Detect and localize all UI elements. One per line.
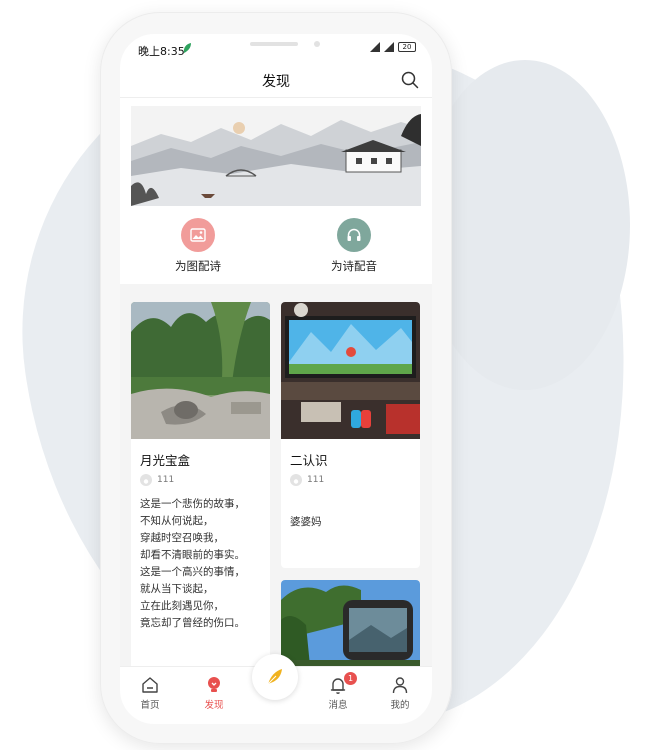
poem-card-image (281, 580, 420, 676)
signal-icon (370, 42, 380, 52)
image-icon (181, 218, 215, 252)
match-poem-to-image-button[interactable]: 为图配诗 (148, 218, 248, 274)
action-label: 为诗配音 (331, 259, 377, 273)
poem-card-author[interactable]: 111 (140, 474, 174, 486)
poem-card-excerpt: 这是一个悲伤的故事， 不知从何说起， 穿越时空召唤我， 却看不清眼前的事实。 这… (140, 496, 245, 632)
headphones-icon (337, 218, 371, 252)
home-icon (142, 677, 158, 693)
poem-card[interactable]: 二认识 111 婆婆妈 (281, 302, 420, 568)
search-icon[interactable] (400, 70, 420, 90)
action-label: 为图配诗 (175, 259, 221, 273)
author-name: 111 (307, 475, 325, 485)
poem-line: 立在此刻遇见你， (140, 600, 224, 612)
poem-card[interactable]: 月光宝盒 111 这是一个悲伤的故事， 不知从何说起， 穿越时空召唤我， 却看不… (131, 302, 270, 676)
poem-line: 婆婆妈 (290, 516, 322, 528)
tab-discover[interactable]: 发现 (190, 675, 238, 711)
poem-card-excerpt: 婆婆妈 (290, 514, 322, 531)
phone-screen: 晚上8:35 20 发现 为图配诗 为诗配音 月光宝盒 111 这是一个悲伤的故… (120, 34, 432, 724)
avatar (290, 474, 302, 486)
poem-card-title: 月光宝盒 (140, 453, 191, 468)
front-camera (314, 41, 320, 47)
poem-line: 却看不清眼前的事实。 (140, 549, 245, 561)
quick-actions: 为图配诗 为诗配音 (120, 218, 432, 278)
poem-line: 这是一个悲伤的故事， (140, 498, 245, 510)
tab-label: 我的 (390, 700, 410, 711)
poem-line: 竟忘却了曾经的伤口。 (140, 617, 245, 629)
discover-header-card: 为图配诗 为诗配音 (120, 98, 432, 284)
poem-line: 就从当下谈起， (140, 583, 214, 595)
message-badge: 1 (344, 672, 357, 685)
poem-line: 这是一个高兴的事情， (140, 566, 245, 578)
tab-label: 消息 (328, 700, 348, 711)
status-time: 晚上8:35 (138, 45, 185, 58)
page-title: 发现 (262, 74, 290, 90)
discover-icon (208, 677, 220, 692)
status-bar: 晚上8:35 20 (120, 34, 432, 62)
poem-line: 穿越时空召唤我， (140, 532, 224, 544)
poem-card-image (281, 302, 420, 439)
nav-bar: 发现 (120, 62, 432, 98)
poem-card-title: 二认识 (290, 453, 328, 468)
battery-icon: 20 (398, 42, 416, 52)
ink-landscape-banner[interactable] (131, 106, 421, 206)
poem-card-image (131, 302, 270, 439)
tab-label: 发现 (204, 700, 224, 711)
tab-home[interactable]: 首页 (126, 675, 174, 711)
poem-line: 不知从何说起， (140, 515, 214, 527)
tab-label: 首页 (140, 700, 160, 711)
avatar (140, 474, 152, 486)
compose-button[interactable] (252, 654, 298, 700)
feather-icon (267, 669, 282, 685)
user-icon (392, 677, 408, 694)
speaker-grille (250, 42, 298, 46)
author-name: 111 (157, 475, 175, 485)
signal-icon-2 (384, 42, 394, 52)
status-icons: 20 (370, 42, 416, 52)
poem-card-author[interactable]: 111 (290, 474, 324, 486)
app-notification-icon (183, 43, 191, 53)
dub-poem-button[interactable]: 为诗配音 (304, 218, 404, 274)
tab-profile[interactable]: 我的 (376, 675, 424, 711)
poem-card[interactable] (281, 580, 420, 676)
poem-feed: 月光宝盒 111 这是一个悲伤的故事， 不知从何说起， 穿越时空召唤我， 却看不… (120, 296, 432, 676)
